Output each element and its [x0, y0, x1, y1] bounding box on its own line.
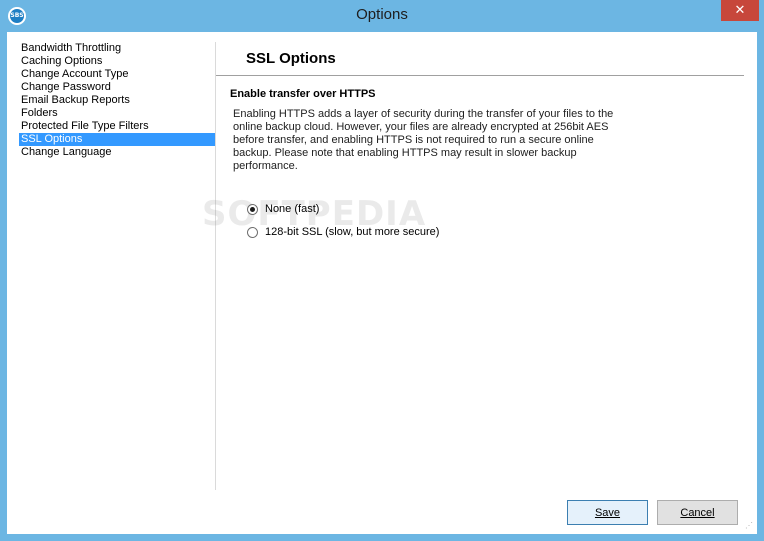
- description-line: backup. Please note that enabling HTTPS …: [233, 147, 577, 159]
- ssl-description: Enabling HTTPS adds a layer of security …: [233, 108, 633, 173]
- radio-button-unchecked[interactable]: [247, 226, 258, 238]
- save-button[interactable]: Save: [567, 500, 648, 525]
- options-window: SBS Options ✕ Bandwidth Throttling Cachi…: [0, 0, 764, 541]
- panel-title: SSL Options: [246, 50, 336, 67]
- nav-item-ssl-options[interactable]: SSL Options: [19, 133, 215, 146]
- dialog-content: Bandwidth Throttling Caching Options Cha…: [7, 32, 757, 534]
- title-bar[interactable]: SBS Options ✕: [0, 0, 764, 32]
- nav-item-change-account-type[interactable]: Change Account Type: [19, 68, 215, 81]
- cancel-button[interactable]: Cancel: [657, 500, 738, 525]
- radio-button-checked[interactable]: [247, 203, 258, 215]
- nav-item-folders[interactable]: Folders: [19, 107, 215, 120]
- nav-item-bandwidth-throttling[interactable]: Bandwidth Throttling: [19, 42, 215, 55]
- nav-item-caching-options[interactable]: Caching Options: [19, 55, 215, 68]
- nav-item-change-language[interactable]: Change Language: [19, 146, 215, 159]
- vertical-divider: [215, 42, 216, 490]
- section-heading: Enable transfer over HTTPS: [230, 88, 376, 100]
- radio-dot-icon: [250, 206, 255, 212]
- resize-grip-icon[interactable]: ⋰: [745, 522, 755, 532]
- description-line: performance.: [233, 160, 298, 172]
- title-divider: [216, 75, 744, 76]
- radio-128bit-ssl[interactable]: 128-bit SSL (slow, but more secure): [247, 225, 439, 239]
- nav-item-email-backup-reports[interactable]: Email Backup Reports: [19, 94, 215, 107]
- close-icon: ✕: [734, 3, 746, 18]
- options-category-list[interactable]: Bandwidth Throttling Caching Options Cha…: [19, 42, 215, 490]
- window-title: Options: [356, 6, 408, 23]
- radio-none-fast[interactable]: None (fast): [247, 202, 319, 216]
- description-line: Enabling HTTPS adds a layer of security …: [233, 108, 614, 120]
- nav-item-protected-file-type-filters[interactable]: Protected File Type Filters: [19, 120, 215, 133]
- radio-label-none-fast[interactable]: None (fast): [265, 203, 319, 215]
- description-line: online backup cloud. However, your files…: [233, 121, 609, 133]
- close-button[interactable]: ✕: [721, 0, 759, 21]
- radio-label-128bit-ssl[interactable]: 128-bit SSL (slow, but more secure): [265, 226, 439, 238]
- description-line: before transfer, and enabling HTTPS is n…: [233, 134, 594, 146]
- nav-item-change-password[interactable]: Change Password: [19, 81, 215, 94]
